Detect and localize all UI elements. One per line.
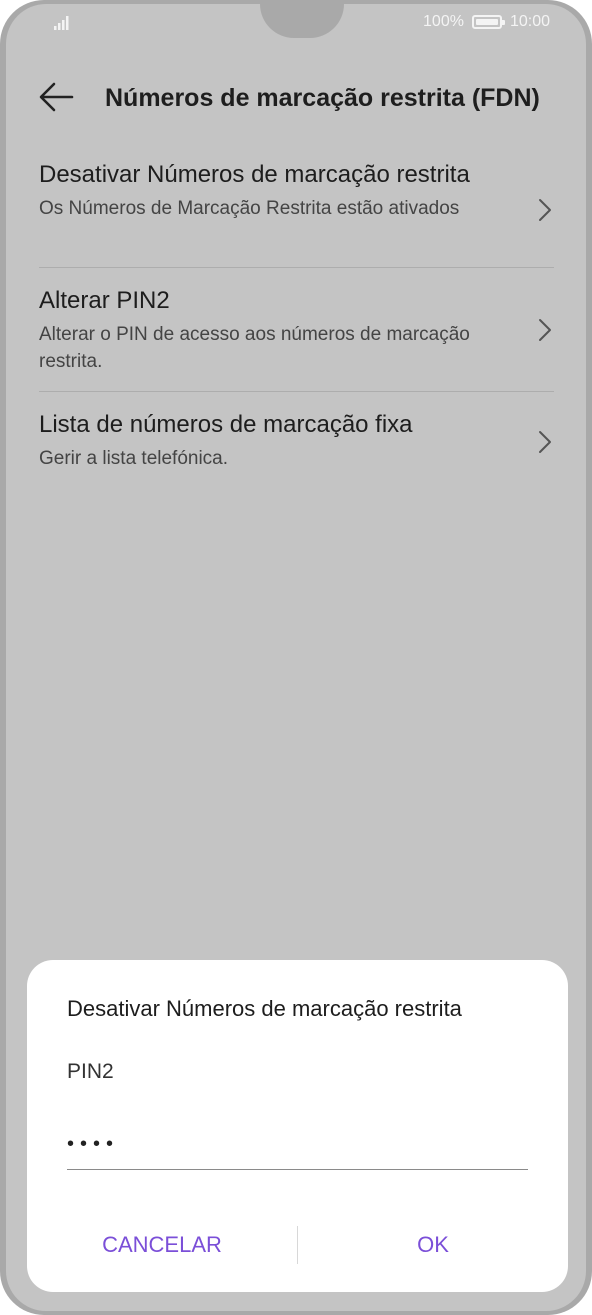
list-item-change-pin2[interactable]: Alterar PIN2 Alterar o PIN de acesso aos…	[39, 268, 554, 392]
dialog-button-row: CANCELAR OK	[27, 1222, 568, 1268]
pin2-input[interactable]	[67, 1120, 528, 1170]
chevron-right-icon	[539, 318, 551, 341]
pin2-dialog: Desativar Números de marcação restrita P…	[27, 960, 568, 1292]
clock: 10:00	[509, 13, 550, 30]
app-bar: Números de marcação restrita (FDN)	[6, 62, 586, 134]
settings-list: Desativar Números de marcação restrita O…	[39, 152, 554, 492]
list-item-title: Lista de números de marcação fixa	[39, 411, 413, 438]
page-title: Números de marcação restrita (FDN)	[105, 84, 540, 112]
screen: 100% 10:00 Números de marcação restrita …	[6, 4, 586, 1311]
signal-icon	[54, 16, 69, 30]
chevron-right-icon	[539, 198, 551, 221]
status-bar: 100% 10:00	[6, 4, 586, 40]
battery-percentage: 100%	[423, 13, 464, 30]
list-item-title: Desativar Números de marcação restrita	[39, 161, 470, 188]
back-arrow-icon[interactable]	[36, 76, 78, 118]
ok-button[interactable]: OK	[298, 1222, 568, 1268]
list-item-title: Alterar PIN2	[39, 287, 170, 314]
chevron-right-icon	[539, 431, 551, 453]
list-item-subtitle: Os Números de Marcação Restrita estão at…	[39, 198, 460, 219]
list-item-subtitle: Alterar o PIN de acesso aos números de m…	[39, 324, 470, 372]
phone-frame: 100% 10:00 Números de marcação restrita …	[0, 0, 592, 1315]
dialog-title: Desativar Números de marcação restrita	[67, 996, 462, 1021]
battery-icon	[471, 15, 505, 29]
list-item-subtitle: Gerir a lista telefónica.	[39, 448, 229, 469]
status-right: 100% 10:00	[423, 13, 550, 31]
cancel-button[interactable]: CANCELAR	[27, 1222, 297, 1268]
list-item-disable-fdn[interactable]: Desativar Números de marcação restrita O…	[39, 152, 554, 268]
list-item-fixed-dialing-list[interactable]: Lista de números de marcação fixa Gerir …	[39, 392, 554, 492]
pin2-label: PIN2	[67, 1060, 114, 1083]
